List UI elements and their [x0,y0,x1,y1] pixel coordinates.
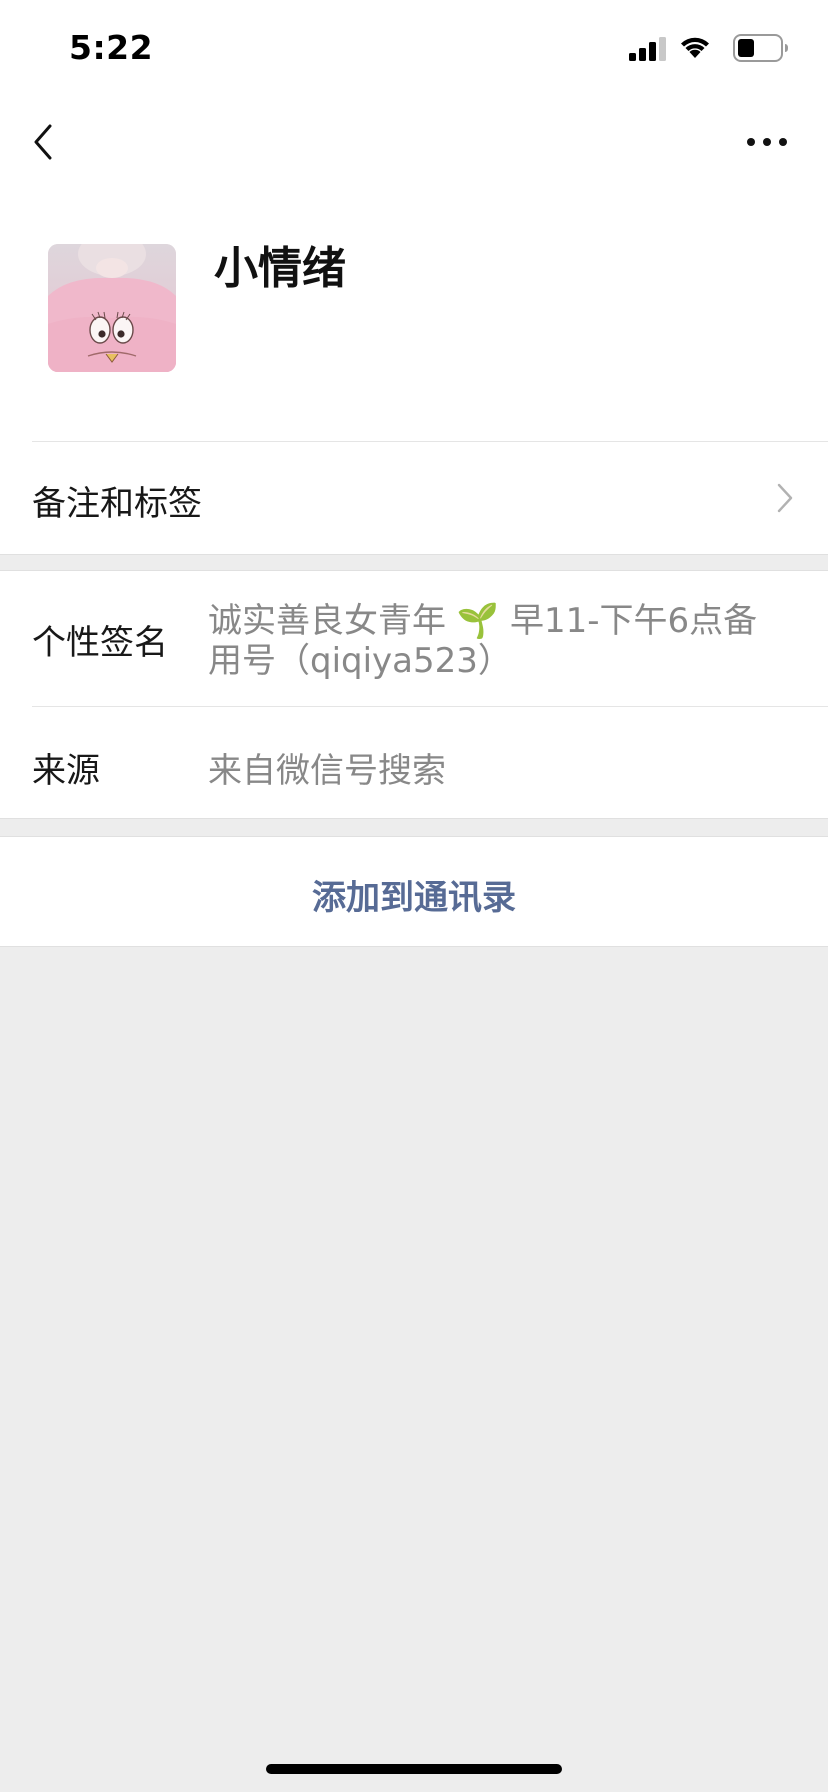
remark-tags-label: 备注和标签 [32,484,202,524]
avatar[interactable] [48,244,176,372]
wifi-icon [681,37,709,58]
avatar-photo [48,244,176,372]
battery-icon [733,34,788,62]
chevron-right-icon [777,483,793,513]
source-label: 来源 [32,751,100,791]
section-border [0,946,828,947]
profile-name: 小情绪 [214,243,346,294]
section-border [0,818,828,819]
source-value: 来自微信号搜索 [208,751,446,791]
navbar [0,100,828,180]
profile-section: 小情绪 备注和标签 [0,100,828,555]
chevron-left-icon[interactable] [28,122,58,162]
signal-icon [629,37,666,61]
section-border [0,554,828,555]
info-section: 个性签名 诚实善良女青年 🌱 早11-下午6点备用号（qiqiya523） 来源… [0,571,828,818]
remark-tags-row[interactable]: 备注和标签 [0,442,828,554]
more-dots-icon[interactable] [746,136,788,148]
signature-value: 诚实善良女青年 🌱 早11-下午6点备用号（qiqiya523） [208,601,758,681]
status-bar: 5:22 [0,0,828,100]
divider [32,706,828,707]
add-to-contacts-label: 添加到通讯录 [312,878,516,918]
add-to-contacts-button[interactable]: 添加到通讯录 [0,837,828,946]
status-time: 5:22 [69,28,154,67]
home-indicator[interactable] [266,1764,562,1774]
signature-label: 个性签名 [32,623,168,663]
